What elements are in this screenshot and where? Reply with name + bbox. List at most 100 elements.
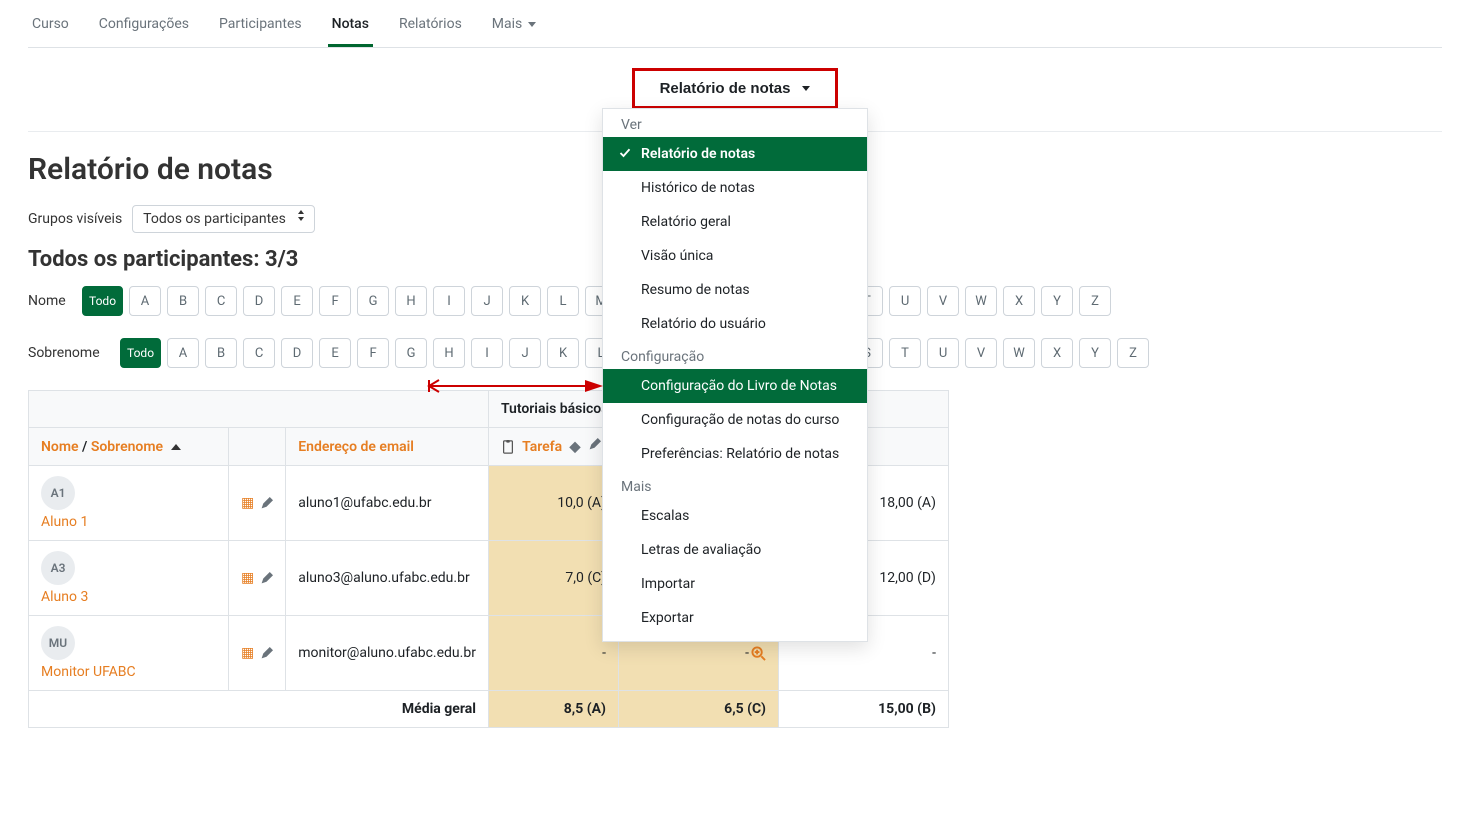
email-cell: aluno1@ufabc.edu.br: [286, 466, 489, 541]
dd-item-relatorio-usuario[interactable]: Relatório do usuário: [603, 307, 867, 341]
filter-letter-k[interactable]: K: [547, 338, 579, 368]
sort-sobrenome[interactable]: Sobrenome: [91, 439, 163, 455]
filter-letter-c[interactable]: C: [243, 338, 275, 368]
filter-letter-z[interactable]: Z: [1117, 338, 1149, 368]
filter-letter-f[interactable]: F: [319, 286, 351, 316]
groups-label: Grupos visíveis: [28, 211, 122, 227]
filter-letter-l[interactable]: L: [547, 286, 579, 316]
email-cell: monitor@aluno.ufabc.edu.br: [286, 616, 489, 691]
filter-letter-u[interactable]: U: [889, 286, 921, 316]
col-email[interactable]: Endereço de email: [286, 428, 489, 466]
pencil-icon[interactable]: [260, 497, 273, 510]
nav-curso[interactable]: Curso: [28, 8, 73, 47]
filter-letter-h[interactable]: H: [395, 286, 427, 316]
dd-item-historico[interactable]: Histórico de notas: [603, 171, 867, 205]
footer-total: 15,00 (B): [778, 691, 948, 728]
student-name-link[interactable]: Aluno 3: [41, 589, 88, 605]
dd-section-mais: Mais: [603, 471, 867, 499]
dd-section-ver: Ver: [603, 109, 867, 137]
filter-letter-u[interactable]: U: [927, 338, 959, 368]
assignment-icon: [501, 440, 515, 454]
report-dropdown-panel: Ver Relatório de notas Histórico de nota…: [602, 108, 868, 642]
filter-letter-y[interactable]: Y: [1041, 286, 1073, 316]
sort-nome[interactable]: Nome: [41, 439, 79, 455]
report-dropdown-button[interactable]: Relatório de notas: [645, 73, 826, 104]
grid-icon[interactable]: ▦: [241, 570, 254, 586]
highlight-box: Relatório de notas: [632, 68, 839, 109]
zoom-icon[interactable]: [751, 646, 766, 661]
grade-t1[interactable]: 7,0 (C): [488, 541, 618, 616]
check-icon: [619, 147, 631, 159]
filter-letter-d[interactable]: D: [281, 338, 313, 368]
avatar: A1: [41, 476, 75, 510]
filter-letter-w[interactable]: W: [1003, 338, 1035, 368]
filter-letter-j[interactable]: J: [471, 286, 503, 316]
dd-item-config-livro[interactable]: Configuração do Livro de Notas: [603, 369, 867, 403]
nav-participantes[interactable]: Participantes: [215, 8, 306, 47]
dd-item-config-curso[interactable]: Configuração de notas do curso: [603, 403, 867, 437]
filter-letter-e[interactable]: E: [281, 286, 313, 316]
email-cell: aluno3@aluno.ufabc.edu.br: [286, 541, 489, 616]
avatar: MU: [41, 626, 75, 660]
filter-letter-y[interactable]: Y: [1079, 338, 1111, 368]
dd-item-visao-unica[interactable]: Visão única: [603, 239, 867, 273]
dd-item-relatorio-notas[interactable]: Relatório de notas: [603, 137, 867, 171]
filter-letter-v[interactable]: V: [965, 338, 997, 368]
sort-icon[interactable]: ◆: [570, 439, 581, 455]
nav-relatorios[interactable]: Relatórios: [395, 8, 466, 47]
groups-select[interactable]: Todos os participantes: [132, 205, 315, 233]
pencil-icon[interactable]: [588, 438, 601, 451]
filter-letter-b[interactable]: B: [205, 338, 237, 368]
dd-item-relatorio-geral[interactable]: Relatório geral: [603, 205, 867, 239]
pencil-icon[interactable]: [260, 647, 273, 660]
dd-item-resumo[interactable]: Resumo de notas: [603, 273, 867, 307]
dd-item-escalas[interactable]: Escalas: [603, 499, 867, 533]
filter-letter-i[interactable]: I: [433, 286, 465, 316]
filter-letter-x[interactable]: X: [1003, 286, 1035, 316]
filter-letter-f[interactable]: F: [357, 338, 389, 368]
filter-letter-h[interactable]: H: [433, 338, 465, 368]
filter-letter-all[interactable]: Todo: [82, 286, 123, 316]
grade-t1[interactable]: 10,0 (A): [488, 466, 618, 541]
filter-letter-i[interactable]: I: [471, 338, 503, 368]
avatar: A3: [41, 551, 75, 585]
filter-letter-d[interactable]: D: [243, 286, 275, 316]
filter-letter-k[interactable]: K: [509, 286, 541, 316]
footer-label: Média geral: [29, 691, 489, 728]
filter-letter-all[interactable]: Todo: [120, 338, 161, 368]
filter-letter-b[interactable]: B: [167, 286, 199, 316]
filter-letter-a[interactable]: A: [129, 286, 161, 316]
pencil-icon[interactable]: [260, 572, 273, 585]
filter-letter-c[interactable]: C: [205, 286, 237, 316]
filter-letter-x[interactable]: X: [1041, 338, 1073, 368]
nav-configuracoes[interactable]: Configurações: [95, 8, 193, 47]
dd-item-exportar[interactable]: Exportar: [603, 601, 867, 635]
filter-letter-e[interactable]: E: [319, 338, 351, 368]
filter-letter-z[interactable]: Z: [1079, 286, 1111, 316]
dd-item-letras[interactable]: Letras de avaliação: [603, 533, 867, 567]
nav-notas[interactable]: Notas: [328, 8, 373, 47]
filter-letter-j[interactable]: J: [509, 338, 541, 368]
grid-icon[interactable]: ▦: [241, 645, 254, 661]
dd-section-config: Configuração: [603, 341, 867, 369]
student-name-link[interactable]: Monitor UFABC: [41, 664, 136, 680]
grade-t1[interactable]: -: [488, 616, 618, 691]
col-tarefa-1[interactable]: Tarefa ◆: [488, 428, 618, 466]
footer-t1: 8,5 (A): [488, 691, 618, 728]
footer-t2: 6,5 (C): [618, 691, 778, 728]
sort-asc-icon: [171, 444, 181, 450]
filter-letter-t[interactable]: T: [889, 338, 921, 368]
top-nav: Curso Configurações Participantes Notas …: [28, 0, 1442, 48]
filter-letter-g[interactable]: G: [357, 286, 389, 316]
filter-letter-w[interactable]: W: [965, 286, 997, 316]
filter-letter-a[interactable]: A: [167, 338, 199, 368]
student-name-link[interactable]: Aluno 1: [41, 514, 88, 530]
filter-nome-label: Nome: [28, 293, 70, 309]
col-nome-sobrenome[interactable]: Nome / Sobrenome: [29, 428, 229, 466]
grid-icon[interactable]: ▦: [241, 495, 254, 511]
filter-letter-g[interactable]: G: [395, 338, 427, 368]
nav-mais[interactable]: Mais: [488, 8, 540, 47]
filter-letter-v[interactable]: V: [927, 286, 959, 316]
dd-item-importar[interactable]: Importar: [603, 567, 867, 601]
dd-item-preferencias[interactable]: Preferências: Relatório de notas: [603, 437, 867, 471]
